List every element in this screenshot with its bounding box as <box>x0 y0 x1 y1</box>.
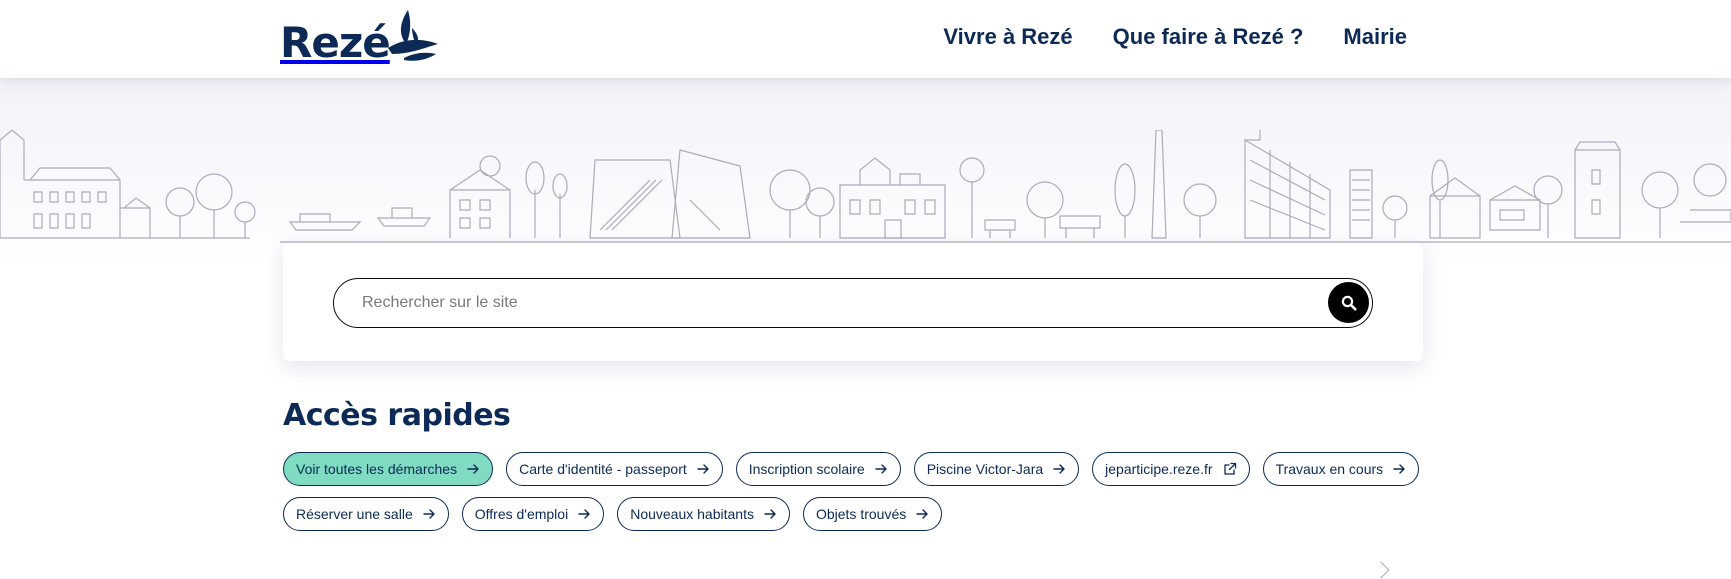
logo-leaf-icon <box>388 10 438 61</box>
quick-link-nouveaux-habitants[interactable]: Nouveaux habitants <box>617 497 790 531</box>
nav-vivre-a-reze[interactable]: Vivre à Rezé <box>943 24 1072 50</box>
site-header: Rezé Vivre à Rezé Que faire à Rezé ? Mai… <box>0 0 1731 78</box>
quick-link-reserver-une-salle[interactable]: Réserver une salle <box>283 497 449 531</box>
chip-label: Travaux en cours <box>1275 461 1384 477</box>
quick-link-objets-trouves[interactable]: Objets trouvés <box>802 497 943 531</box>
arrow-right-icon <box>1393 464 1405 474</box>
quick-access-links: Voir toutes les démarches Carte d'identi… <box>283 452 1443 531</box>
site-logo[interactable]: Rezé <box>280 8 440 68</box>
quick-link-voir-toutes-les-demarches[interactable]: Voir toutes les démarches <box>283 452 494 486</box>
arrow-right-icon <box>467 464 479 474</box>
chip-label: Inscription scolaire <box>748 461 865 477</box>
chip-label: Voir toutes les démarches <box>296 461 458 477</box>
quick-link-carte-identite-passeport[interactable]: Carte d'identité - passeport <box>506 452 723 486</box>
external-link-icon <box>1223 462 1236 475</box>
chip-label: Offres d'emploi <box>474 506 569 522</box>
quick-link-jeparticipe[interactable]: jeparticipe.reze.fr <box>1092 452 1250 486</box>
arrow-right-icon <box>916 509 928 519</box>
arrow-right-icon <box>423 509 435 519</box>
arrow-right-icon <box>578 509 590 519</box>
quick-link-piscine-victor-jara[interactable]: Piscine Victor-Jara <box>913 452 1080 486</box>
main-nav: Vivre à Rezé Que faire à Rezé ? Mairie <box>943 24 1407 50</box>
search-card <box>283 243 1423 361</box>
city-skyline-illustration <box>0 130 1731 243</box>
arrow-right-icon <box>874 464 887 474</box>
chip-label: Réserver une salle <box>296 506 413 522</box>
search-button[interactable] <box>1328 282 1369 323</box>
quick-link-inscription-scolaire[interactable]: Inscription scolaire <box>735 452 901 486</box>
arrow-right-icon <box>764 509 776 519</box>
search-icon <box>1341 295 1356 310</box>
quick-access-title: Accès rapides <box>283 398 511 433</box>
hero-banner <box>0 78 1731 268</box>
nav-que-faire-a-reze[interactable]: Que faire à Rezé ? <box>1113 24 1304 50</box>
quick-link-travaux-en-cours[interactable]: Travaux en cours <box>1262 452 1420 486</box>
chip-label: jeparticipe.reze.fr <box>1105 461 1213 477</box>
logo-text: Rezé <box>280 18 391 67</box>
chip-label: Objets trouvés <box>815 506 907 522</box>
arrow-right-icon <box>1053 464 1065 474</box>
chevron-right-icon <box>1372 561 1390 579</box>
nav-mairie[interactable]: Mairie <box>1343 24 1407 50</box>
arrow-right-icon <box>697 464 709 474</box>
chip-label: Piscine Victor-Jara <box>926 461 1044 477</box>
chip-label: Carte d'identité - passeport <box>519 461 687 477</box>
search-field-wrapper <box>333 278 1373 328</box>
search-input[interactable] <box>334 279 1372 327</box>
chip-label: Nouveaux habitants <box>630 506 754 522</box>
quick-link-offres-emploi[interactable]: Offres d'emploi <box>461 497 605 531</box>
